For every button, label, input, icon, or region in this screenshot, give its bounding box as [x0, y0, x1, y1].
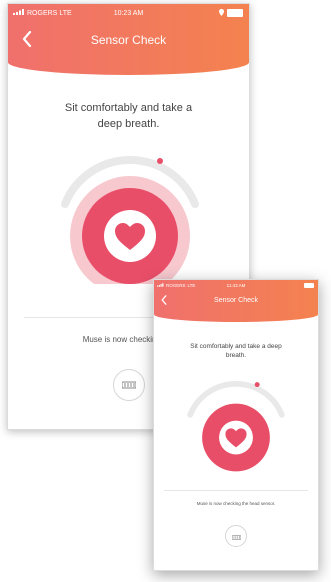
meter-indicator [254, 382, 260, 388]
headband-icon [231, 527, 241, 545]
instruction-text: Sit comfortably and take a deep breath. [64, 102, 193, 130]
status-time: 11:43 AM [226, 283, 246, 288]
divider [164, 490, 308, 491]
battery-icon [304, 283, 314, 288]
location-icon [219, 8, 224, 18]
status-message: Muse is now checking the head sensor. [196, 501, 276, 506]
phone-screen-small: ROGERS LTE 11:43 AM Sensor Check Sit com… [153, 279, 319, 571]
header: ROGERS LTE 11:43 AM Sensor Check [154, 280, 318, 322]
page-title: Sensor Check [90, 33, 167, 47]
meter-indicator [157, 158, 163, 164]
heart-rate-meter [176, 372, 296, 472]
headband-button[interactable] [113, 369, 145, 401]
headband-icon [121, 376, 137, 394]
status-time: 10:23 AM [113, 9, 144, 17]
status-bar: ROGERS LTE 11:43 AM [154, 280, 318, 291]
header: ROGERS LTE 10:23 AM Sensor Check [8, 4, 249, 75]
instruction-text: Sit comfortably and take a deep breath. [190, 343, 282, 359]
heart-rate-meter [45, 144, 215, 296]
page-title: Sensor Check [214, 297, 258, 304]
battery-icon [227, 9, 243, 17]
headband-button[interactable] [225, 525, 247, 547]
status-bar: ROGERS LTE 10:23 AM [8, 4, 249, 22]
